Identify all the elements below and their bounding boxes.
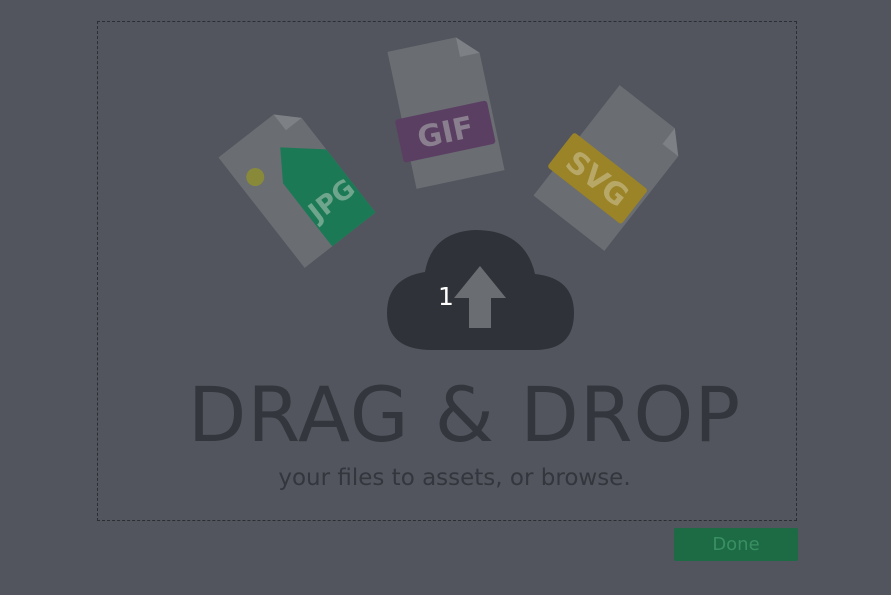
drag-drop-headline: DRAG & DROP (187, 370, 742, 459)
instructions-text: your files to assets, or (278, 465, 541, 491)
instructions-period: . (623, 465, 631, 491)
svg-file-icon: SVG (533, 85, 679, 251)
upload-count-badge: 1 (438, 282, 454, 311)
done-button[interactable]: Done (674, 528, 798, 561)
gif-file-icon: GIF (387, 37, 505, 189)
jpg-file-icon: JPG (218, 114, 376, 268)
drop-instructions: your files to assets, or browse. (97, 463, 812, 493)
browse-link[interactable]: browse (541, 465, 624, 491)
cloud-upload-icon (387, 230, 574, 350)
